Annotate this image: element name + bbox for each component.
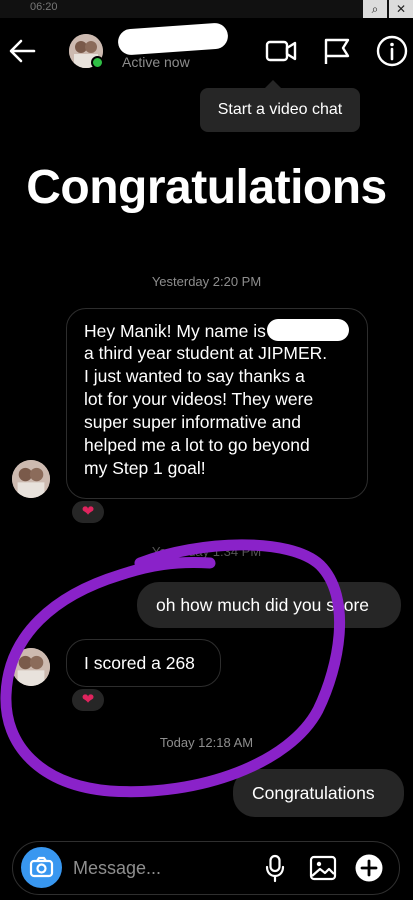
message-line: I just wanted to say thanks a	[84, 366, 305, 386]
add-icon[interactable]	[354, 853, 384, 883]
status-icons: ⌕ ✕	[361, 0, 413, 18]
info-icon[interactable]	[374, 33, 410, 69]
timestamp: Yesterday 1:34 PM	[151, 544, 262, 559]
tooltip-arrow	[265, 80, 281, 88]
video-chat-tooltip: Start a video chat	[200, 88, 360, 132]
message-line: a third year student at JIPMER.	[84, 343, 328, 363]
microphone-icon[interactable]	[260, 853, 290, 883]
name-redaction	[266, 319, 349, 341]
message-line: Hey Manik! My name is	[84, 319, 350, 342]
heart-reaction-icon[interactable]: ❤	[70, 499, 106, 525]
timestamp: Yesterday 2:20 PM	[151, 274, 262, 289]
status-bar: 06:20 ⌕ ✕	[0, 0, 413, 18]
contact-name-redaction	[117, 22, 229, 56]
message-input[interactable]	[73, 855, 243, 881]
gallery-icon[interactable]	[308, 853, 338, 883]
incoming-message-bubble[interactable]: Hey Manik! My name is a third year stude…	[66, 308, 368, 499]
flag-icon[interactable]	[319, 33, 355, 69]
message-line: helped me a lot to go beyond	[84, 435, 310, 455]
incoming-message-bubble[interactable]: I scored a 268	[66, 639, 221, 687]
search-icon[interactable]: ⌕	[363, 0, 387, 18]
online-indicator	[91, 56, 104, 69]
video-camera-icon[interactable]	[263, 33, 299, 69]
outgoing-message-bubble[interactable]: oh how much did you score	[137, 582, 401, 628]
headline: Congratulations	[26, 161, 387, 214]
status-time: 06:20	[30, 1, 58, 13]
sender-avatar[interactable]	[12, 460, 50, 498]
active-status: Active now	[122, 54, 190, 70]
sender-avatar[interactable]	[12, 648, 50, 686]
close-icon[interactable]: ✕	[389, 0, 413, 18]
chat-header: Active now	[0, 18, 413, 86]
message-text: Hey Manik! My name is	[84, 321, 266, 341]
outgoing-message-bubble[interactable]: Congratulations	[233, 769, 404, 817]
camera-icon[interactable]	[21, 847, 62, 888]
message-line: lot for your videos! They were	[84, 389, 314, 409]
timestamp: Today 12:18 AM	[159, 735, 254, 750]
message-line: my Step 1 goal!	[84, 458, 206, 478]
message-line: super super informative and	[84, 412, 301, 432]
back-arrow-icon[interactable]	[6, 34, 40, 68]
heart-reaction-icon[interactable]: ❤	[70, 687, 106, 713]
message-composer	[12, 841, 400, 895]
